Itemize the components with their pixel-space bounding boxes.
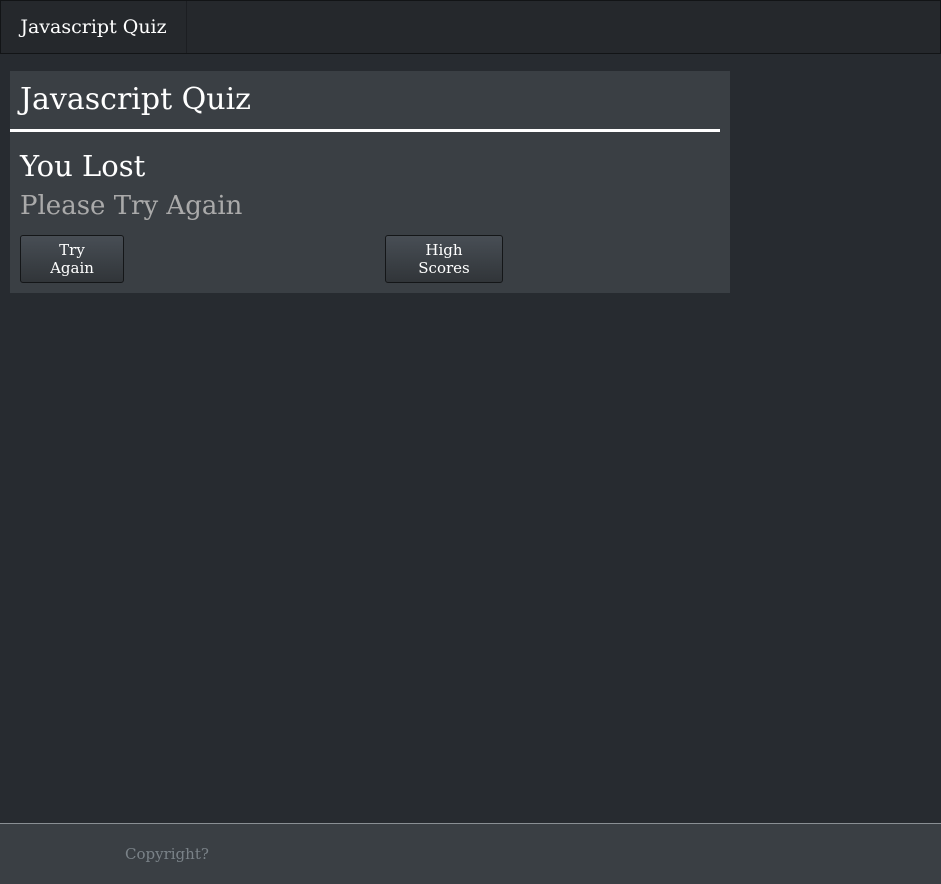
navbar: Javascript Quiz xyxy=(0,0,941,54)
result-heading: You Lost xyxy=(20,149,146,183)
title-divider xyxy=(10,129,720,132)
quiz-title: Javascript Quiz xyxy=(20,82,251,117)
high-scores-button[interactable]: High Scores xyxy=(385,235,503,283)
footer: Copyright? xyxy=(0,823,941,884)
try-again-button[interactable]: Try Again xyxy=(20,235,124,283)
quiz-card: Javascript Quiz You Lost Please Try Agai… xyxy=(10,71,730,293)
result-subtext: Please Try Again xyxy=(20,191,243,221)
navbar-brand[interactable]: Javascript Quiz xyxy=(1,1,187,53)
copyright-text: Copyright? xyxy=(125,845,209,863)
